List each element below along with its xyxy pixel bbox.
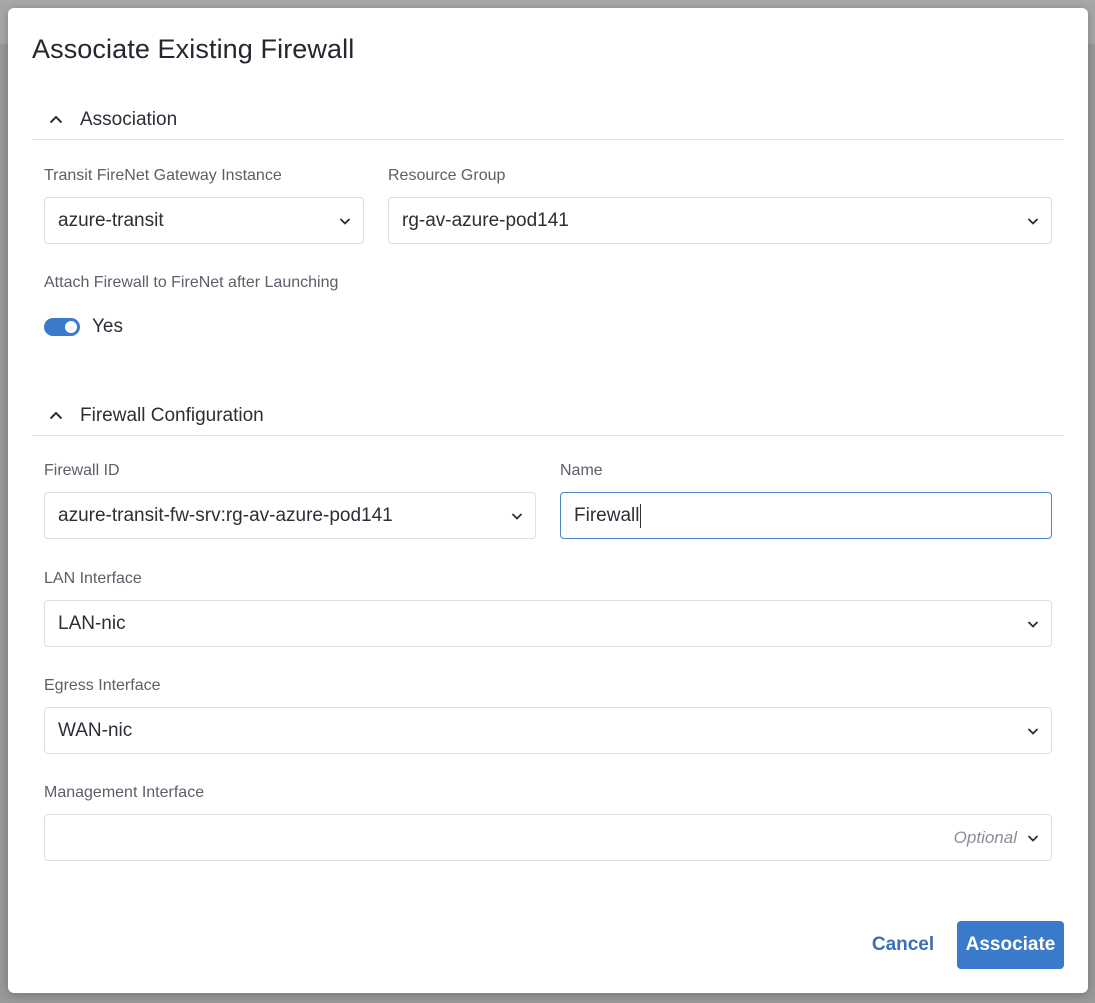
- attach-firewall-toggle-row: Yes: [44, 316, 123, 338]
- firewall-id-select[interactable]: azure-transit-fw-srv:rg-av-azure-pod141: [44, 492, 536, 539]
- chevron-up-icon[interactable]: [42, 402, 70, 430]
- association-section-label: Association: [80, 108, 178, 130]
- management-interface-label: Management Interface: [44, 784, 205, 801]
- management-interface-select[interactable]: Optional: [44, 814, 1052, 861]
- chevron-down-icon: [337, 213, 353, 229]
- lan-interface-select[interactable]: LAN-nic: [44, 600, 1052, 647]
- lan-interface-value: LAN-nic: [58, 612, 126, 634]
- attach-firewall-label: Attach Firewall to FireNet after Launchi…: [44, 274, 339, 291]
- toggle-knob: [65, 321, 77, 333]
- egress-interface-select[interactable]: WAN-nic: [44, 707, 1052, 754]
- chevron-down-icon: [1025, 830, 1041, 846]
- attach-firewall-toggle-text: Yes: [92, 316, 123, 337]
- chevron-up-icon[interactable]: [42, 106, 70, 134]
- resource-group-label: Resource Group: [388, 167, 506, 184]
- firewall-configuration-section-header[interactable]: Firewall Configuration: [32, 396, 1064, 436]
- associate-firewall-dialog: Associate Existing Firewall Association …: [8, 8, 1088, 993]
- dialog-title: Associate Existing Firewall: [32, 34, 355, 64]
- firewall-id-value: azure-transit-fw-srv:rg-av-azure-pod141: [58, 504, 393, 526]
- name-label: Name: [560, 462, 603, 479]
- firewall-configuration-section-label: Firewall Configuration: [80, 404, 264, 426]
- name-input[interactable]: Firewall: [560, 492, 1052, 539]
- associate-button[interactable]: Associate: [957, 921, 1064, 969]
- management-interface-placeholder: Optional: [953, 827, 1017, 847]
- association-section-header[interactable]: Association: [32, 100, 1064, 140]
- chevron-down-icon: [1025, 723, 1041, 739]
- egress-interface-label: Egress Interface: [44, 677, 161, 694]
- text-cursor: [640, 503, 642, 528]
- resource-group-select[interactable]: rg-av-azure-pod141: [388, 197, 1052, 244]
- chevron-down-icon: [1025, 616, 1041, 632]
- transit-gateway-select[interactable]: azure-transit: [44, 197, 364, 244]
- transit-gateway-label: Transit FireNet Gateway Instance: [44, 167, 282, 184]
- name-input-value: Firewall: [574, 504, 640, 526]
- transit-gateway-value: azure-transit: [58, 209, 164, 231]
- firewall-id-label: Firewall ID: [44, 462, 120, 479]
- attach-firewall-toggle[interactable]: [44, 318, 80, 336]
- chevron-down-icon: [1025, 213, 1041, 229]
- egress-interface-value: WAN-nic: [58, 719, 133, 741]
- resource-group-value: rg-av-azure-pod141: [402, 209, 569, 231]
- cancel-button[interactable]: Cancel: [858, 922, 948, 968]
- lan-interface-label: LAN Interface: [44, 570, 142, 587]
- chevron-down-icon: [509, 508, 525, 524]
